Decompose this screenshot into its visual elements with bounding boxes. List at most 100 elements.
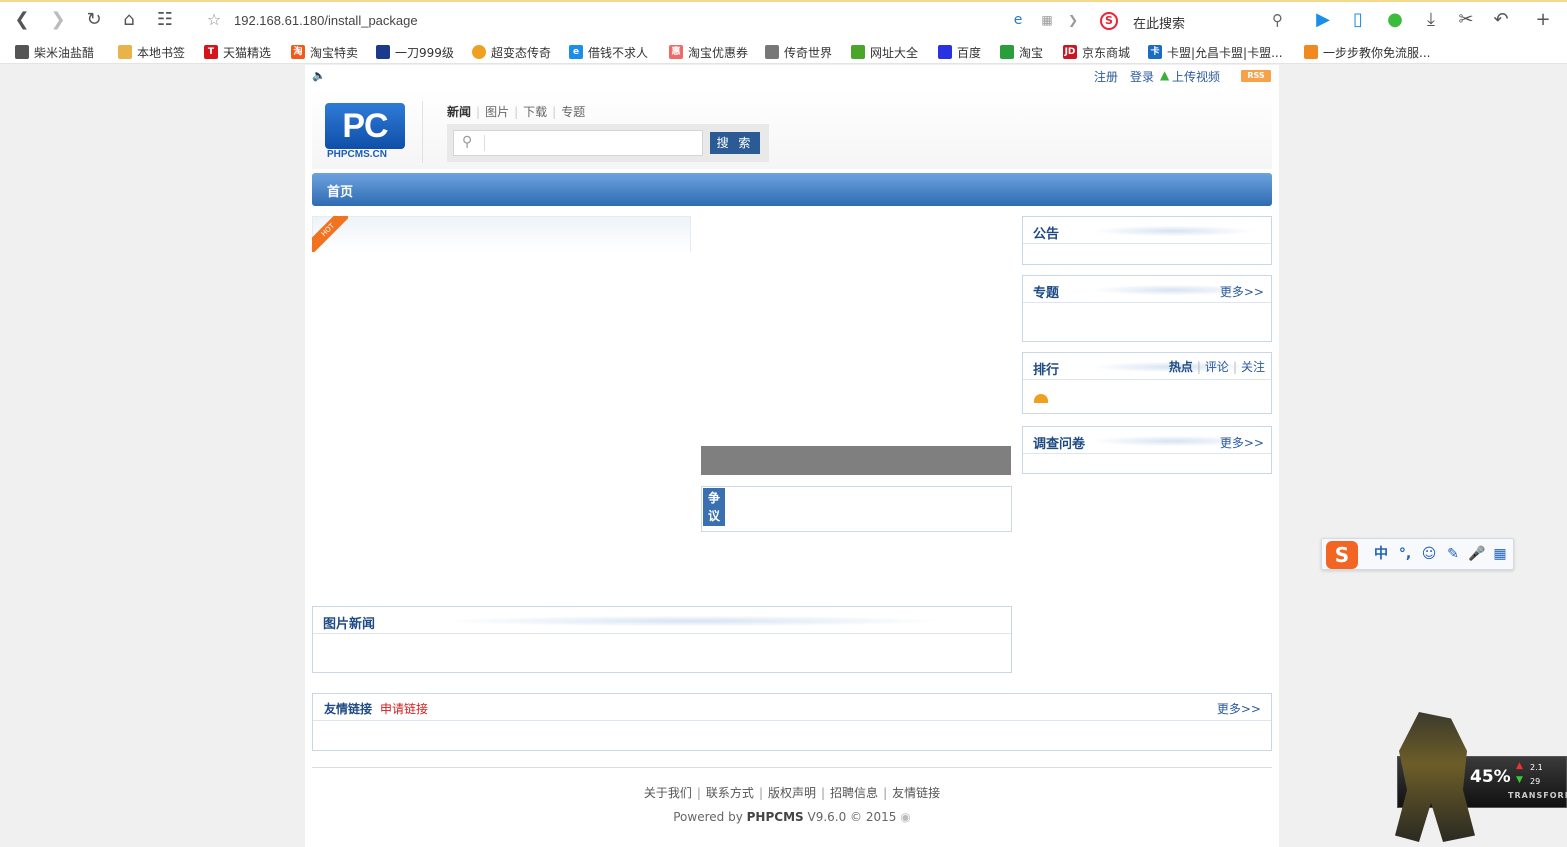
address-bar[interactable]: 192.168.61.180/install_package (234, 13, 418, 28)
sogou-search-icon: S (1100, 12, 1118, 30)
ranking-title: 排行 (1033, 363, 1060, 378)
bookmark-item[interactable]: T 天猫精选 (204, 43, 271, 61)
ime-mode[interactable]: 中 (1372, 545, 1390, 563)
bookmark-item[interactable]: 一刀999级 (376, 43, 454, 61)
hot-slider-header (312, 216, 691, 252)
nav-home[interactable]: 首页 (327, 181, 353, 200)
bookmark-item[interactable]: 淘宝 (1000, 43, 1043, 61)
browser-search-box[interactable]: S 在此搜索 ⚲ (1100, 11, 1310, 33)
new-tab-icon[interactable]: + (1533, 10, 1553, 30)
ime-toolbar: S 中 °, ☺ ✎ 🎤 ▦ (1321, 538, 1514, 570)
bookmark-label: 超变态传奇 (491, 45, 552, 60)
friend-links-title: 友情链接 (324, 702, 373, 716)
search-input[interactable]: ⚲ (453, 130, 703, 156)
wechat-icon[interactable]: ● (1385, 10, 1405, 30)
widget-brand: TRANSFORM (1508, 791, 1567, 800)
upload-video-link[interactable]: 上传视频 (1172, 68, 1220, 85)
category-downloads[interactable]: 下载 (523, 105, 547, 119)
bookmark-label: 本地书签 (137, 45, 186, 60)
bookmark-item[interactable]: JD 京东商城 (1063, 43, 1130, 61)
emoji-icon[interactable]: ☺ (1420, 545, 1438, 563)
powered-version: V9.6.0 © 2015 (807, 810, 897, 824)
footer-about[interactable]: 关于我们 (644, 786, 692, 800)
bookmark-item[interactable]: 百度 (938, 43, 981, 61)
category-news[interactable]: 新闻 (447, 105, 471, 119)
footer-copyright[interactable]: 版权声明 (768, 786, 816, 800)
special-more-link[interactable]: 更多>> (1220, 283, 1264, 300)
bookmark-item[interactable]: 本地书签 (118, 43, 185, 61)
search-icon[interactable]: ⚲ (1272, 11, 1283, 29)
site-logo[interactable]: PC PHPCMS.CN (325, 103, 405, 161)
punctuation-icon[interactable]: °, (1396, 545, 1414, 563)
apply-link[interactable]: 申请链接 (380, 700, 428, 717)
survey-more-link[interactable]: 更多>> (1220, 434, 1264, 451)
star-icon[interactable]: ☆ (204, 10, 224, 30)
powered-by: Powered by PHPCMS V9.6.0 © 2015 ◉ (312, 810, 1272, 824)
photo-news-box: 图片新闻 (312, 606, 1012, 673)
bookmark-item[interactable]: 柴米油盐醋 (15, 43, 94, 61)
scissors-icon[interactable]: ✂ (1456, 10, 1476, 30)
search-placeholder: 在此搜索 (1133, 17, 1186, 32)
microphone-icon[interactable]: 🎤 (1468, 545, 1486, 563)
teach-icon (1304, 45, 1318, 59)
bookmark-item[interactable]: 超变态传奇 (472, 43, 551, 61)
debate-box: 争议 (701, 486, 1012, 532)
footer-contact[interactable]: 联系方式 (706, 786, 754, 800)
home-icon[interactable]: ⌂ (119, 10, 139, 30)
search-button[interactable]: 搜 索 (710, 132, 760, 154)
friend-links-header (313, 694, 1271, 721)
special-title: 专题 (1033, 286, 1060, 301)
site-header: PC PHPCMS.CN 新闻 | 图片 | 下载 | 专题 ⚲ 搜 索 (312, 91, 1272, 169)
bookmark-item[interactable]: 网址大全 (851, 43, 918, 61)
bookmark-label: 天猫精选 (223, 45, 272, 60)
back-icon[interactable]: ❮ (12, 10, 32, 30)
footer-friend-links[interactable]: 友情链接 (892, 786, 940, 800)
reload-icon[interactable]: ↻ (84, 10, 104, 30)
category-specials[interactable]: 专题 (561, 105, 585, 119)
footer-jobs[interactable]: 招聘信息 (830, 786, 878, 800)
shield-icon: ◉ (900, 810, 911, 824)
site-search: ⚲ 搜 索 (447, 124, 769, 162)
robot-image (1395, 712, 1475, 842)
powered-brand: PHPCMS (746, 810, 804, 824)
chevron-right-icon[interactable]: ❯ (1063, 10, 1083, 30)
handwriting-icon[interactable]: ✎ (1444, 545, 1462, 563)
ie-icon[interactable]: e (1008, 10, 1028, 30)
coupon-icon: 惠 (669, 45, 683, 59)
bookmark-item[interactable]: 淘淘宝特卖 (291, 43, 358, 61)
download-arrow-icon: ▼ (1516, 775, 1523, 785)
hot-ribbon: HOT (312, 216, 348, 252)
bookmark-label: 京东商城 (1082, 45, 1131, 60)
register-link[interactable]: 注册 (1094, 68, 1118, 85)
notice-title: 公告 (1033, 227, 1060, 242)
search-categories: 新闻 | 图片 | 下载 | 专题 (447, 105, 586, 119)
debate-tag: 争议 (703, 488, 725, 526)
login-link[interactable]: 登录 (1130, 68, 1154, 85)
rss-badge[interactable]: RSS (1241, 70, 1271, 82)
bookmark-item[interactable]: 惠淘宝优惠券 (669, 43, 748, 61)
bookmark-item[interactable]: e 借钱不求人 (569, 43, 648, 61)
forward-icon[interactable]: ❯ (48, 10, 68, 30)
video-icon[interactable]: ▶ (1313, 10, 1333, 30)
friend-links-more[interactable]: 更多>> (1217, 700, 1261, 717)
download-icon[interactable]: ⤓ (1421, 10, 1441, 30)
browser-toolbar: ❮ ❯ ↻ ⌂ ☷ ☆ 192.168.61.180/install_packa… (0, 0, 1567, 38)
mobile-icon[interactable]: ▯ (1348, 10, 1368, 30)
footer-divider (312, 767, 1272, 768)
bookmark-item[interactable]: 一步步教你免流服... (1304, 43, 1430, 61)
upload-arrow-icon: ▲ (1516, 761, 1523, 771)
qr-icon[interactable]: ▦ (1037, 10, 1057, 30)
folder-icon (118, 45, 132, 59)
footer-links: 关于我们 | 联系方式 | 版权声明 | 招聘信息 | 友情链接 (643, 786, 941, 800)
category-images[interactable]: 图片 (485, 105, 509, 119)
undo-icon[interactable]: ↶ (1491, 10, 1511, 30)
sogou-ime-icon[interactable]: S (1326, 541, 1358, 569)
tab-follow[interactable]: 关注 (1241, 360, 1265, 374)
bookmark-item[interactable]: 卡卡盟|允昌卡盟|卡盟... (1148, 43, 1283, 61)
bookmark-item[interactable]: 传奇世界 (765, 43, 832, 61)
bookmark-label: 一步步教你免流服... (1323, 45, 1431, 60)
toolbox-icon[interactable]: ▦ (1491, 545, 1509, 563)
tab-comments[interactable]: 评论 (1205, 360, 1229, 374)
reading-mode-icon[interactable]: ☷ (155, 10, 175, 30)
tab-hot[interactable]: 热点 (1169, 360, 1193, 374)
